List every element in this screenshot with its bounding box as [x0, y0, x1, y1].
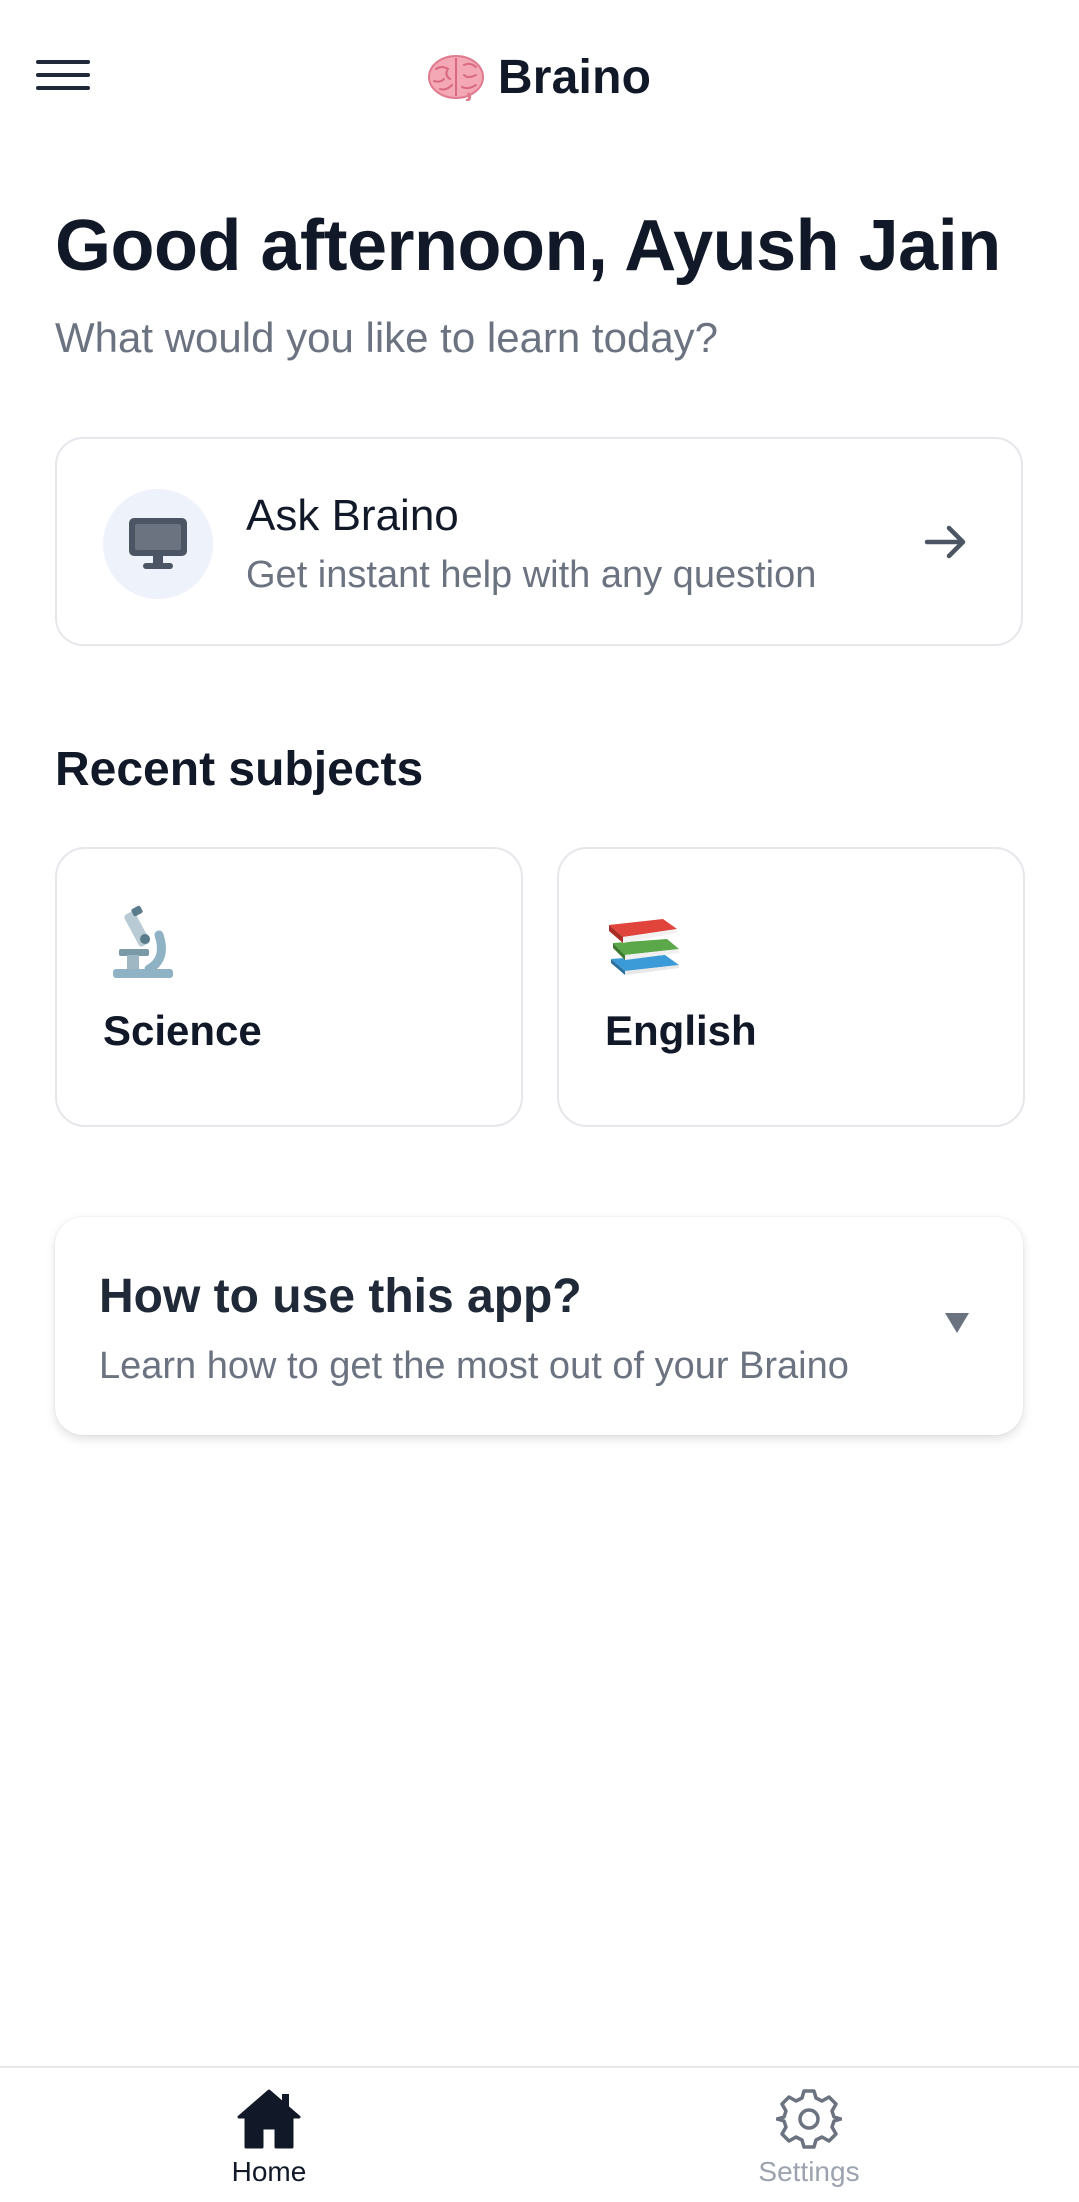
nav-label-home: Home: [231, 2156, 307, 2187]
how-to-use-description: Learn how to get the most out of your Br…: [99, 1345, 849, 1387]
greeting-title: Good afternoon, Ayush Jain: [55, 206, 1001, 286]
brain-icon: [427, 55, 484, 101]
home-icon: [237, 2089, 301, 2149]
nav-item-home[interactable]: Home: [169, 2088, 369, 2198]
monitor-icon: [129, 518, 187, 569]
arrow-right-icon[interactable]: [921, 517, 971, 567]
greeting-subtitle: What would you like to learn today?: [55, 314, 719, 361]
subject-card-english[interactable]: English: [557, 847, 1025, 1127]
nav-label-settings: Settings: [758, 2156, 860, 2187]
books-icon: [609, 919, 679, 975]
microscope-icon: [113, 905, 173, 978]
gear-icon: [776, 2089, 842, 2149]
subject-card-science[interactable]: Science: [55, 847, 523, 1127]
bottom-navigation: Home Settings: [0, 2066, 1079, 2202]
ask-icon-circle: [103, 489, 213, 599]
how-to-use-title: How to use this app?: [99, 1270, 582, 1323]
app-header: Braino: [0, 0, 1079, 154]
ask-braino-card[interactable]: Ask Braino Get instant help with any que…: [55, 437, 1023, 646]
subject-label-science: Science: [103, 1007, 262, 1054]
ask-braino-title: Ask Braino: [246, 491, 459, 540]
subject-label-english: English: [605, 1007, 757, 1054]
app-title: Braino: [497, 50, 652, 104]
ask-braino-description: Get instant help with any question: [246, 554, 817, 596]
how-to-use-accordion[interactable]: How to use this app? Learn how to get th…: [55, 1217, 1023, 1435]
recent-subjects-heading: Recent subjects: [55, 743, 424, 796]
nav-item-settings[interactable]: Settings: [709, 2088, 909, 2198]
caret-down-icon[interactable]: [943, 1309, 971, 1337]
brand: Braino: [0, 42, 1079, 112]
